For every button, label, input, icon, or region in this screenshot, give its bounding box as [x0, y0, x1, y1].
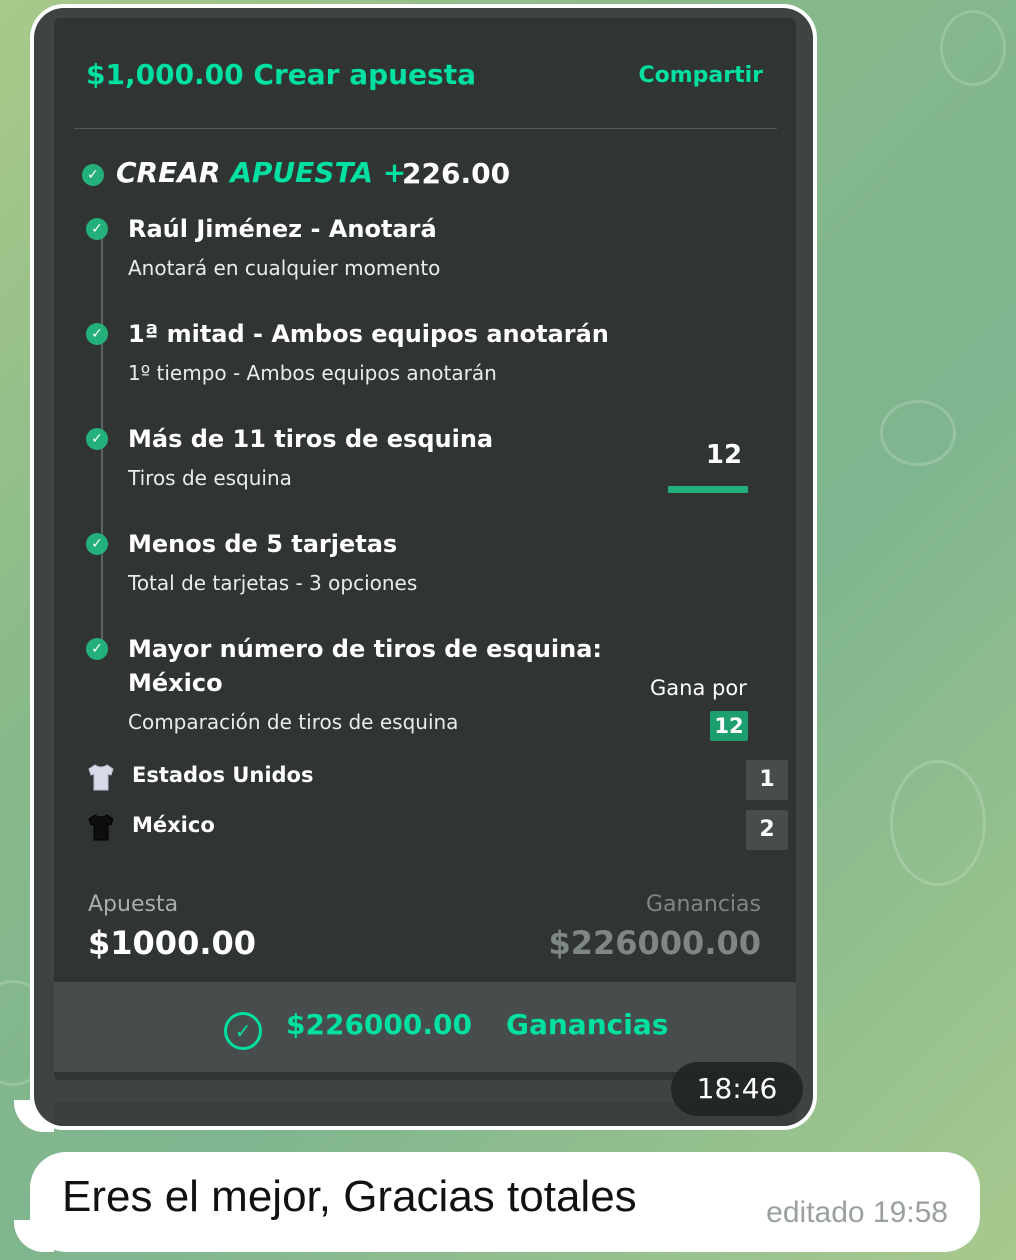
bet-builder-odds: 226.00 [402, 157, 511, 190]
bet-builder-label: CREAR APUESTA + [116, 156, 406, 189]
selection-subtitle: Comparación de tiros de esquina [128, 710, 459, 734]
team-row: México 2 [86, 810, 788, 850]
selection-title: Más de 11 tiros de esquina [128, 425, 494, 453]
check-icon: ✓ [86, 428, 108, 450]
selection-subtitle: Anotará en cualquier momento [128, 256, 441, 280]
selection-title: Mayor número de tiros de esquina: [128, 635, 603, 663]
selection-subtitle: Tiros de esquina [128, 466, 292, 490]
jersey-icon [88, 814, 114, 841]
background-doodle [880, 400, 956, 466]
message-timestamp: 18:46 [671, 1062, 803, 1116]
check-icon: ✓ [82, 164, 104, 186]
background-doodle [890, 760, 986, 886]
corner-count-bar [668, 486, 748, 493]
corner-count-value: 12 [705, 440, 743, 470]
share-button[interactable]: Compartir [638, 63, 763, 88]
stake-label: Apuesta [88, 892, 179, 917]
shared-bet-message[interactable]: $1,000.00 Crear apuesta Compartir ✓ CREA… [30, 4, 817, 1130]
winnings-label: Ganancias [645, 892, 761, 917]
stake-value: $1000.00 [88, 924, 257, 962]
bet-builder-label-accent: APUESTA + [230, 156, 407, 189]
bet-header-title: $1,000.00 Crear apuesta [86, 58, 477, 91]
selection-title-line2: México [128, 669, 223, 697]
selection-item: ✓ Menos de 5 tarjetas Total de tarjetas … [86, 527, 776, 607]
win-margin-label: Gana por [650, 676, 747, 700]
payout-label: Ganancias [506, 1008, 669, 1041]
selection-subtitle: 1º tiempo - Ambos equipos anotarán [128, 361, 497, 385]
win-margin-badge: 12 [710, 711, 748, 741]
team-row: Estados Unidos 1 [86, 760, 788, 800]
payout-amount: $226000.00 [286, 1008, 472, 1041]
selection-subtitle: Total de tarjetas - 3 opciones [128, 571, 418, 595]
payout-banner: ✓ $226000.00 Ganancias [54, 982, 796, 1072]
divider [74, 128, 777, 129]
winnings-value: $226000.00 [548, 924, 761, 962]
selection-item: ✓ 1ª mitad - Ambos equipos anotarán 1º t… [86, 317, 776, 397]
background-doodle [940, 10, 1006, 86]
check-icon: ✓ [86, 218, 108, 240]
bet-builder-label-prefix: CREAR [116, 156, 221, 189]
jersey-icon [88, 764, 114, 791]
reply-edited-timestamp: editado 19:58 [766, 1196, 948, 1229]
selection-title: Menos de 5 tarjetas [128, 530, 398, 558]
team-name: México [132, 813, 215, 837]
bet-card: $1,000.00 Crear apuesta Compartir ✓ CREA… [34, 8, 813, 1126]
team-score: 2 [746, 810, 788, 850]
reply-message[interactable]: Eres el mejor, Gracias totales editado 1… [30, 1152, 980, 1252]
selection-item: ✓ Raúl Jiménez - Anotará Anotará en cual… [86, 212, 776, 292]
reply-text: Eres el mejor, Gracias totales [62, 1172, 637, 1221]
selection-title: Raúl Jiménez - Anotará [128, 215, 437, 243]
team-name: Estados Unidos [132, 763, 314, 787]
selection-title: 1ª mitad - Ambos equipos anotarán [128, 320, 609, 348]
check-icon: ✓ [86, 533, 108, 555]
check-icon: ✓ [86, 638, 108, 660]
check-circle-icon: ✓ [224, 1012, 262, 1050]
check-icon: ✓ [86, 323, 108, 345]
team-score: 1 [746, 760, 788, 800]
